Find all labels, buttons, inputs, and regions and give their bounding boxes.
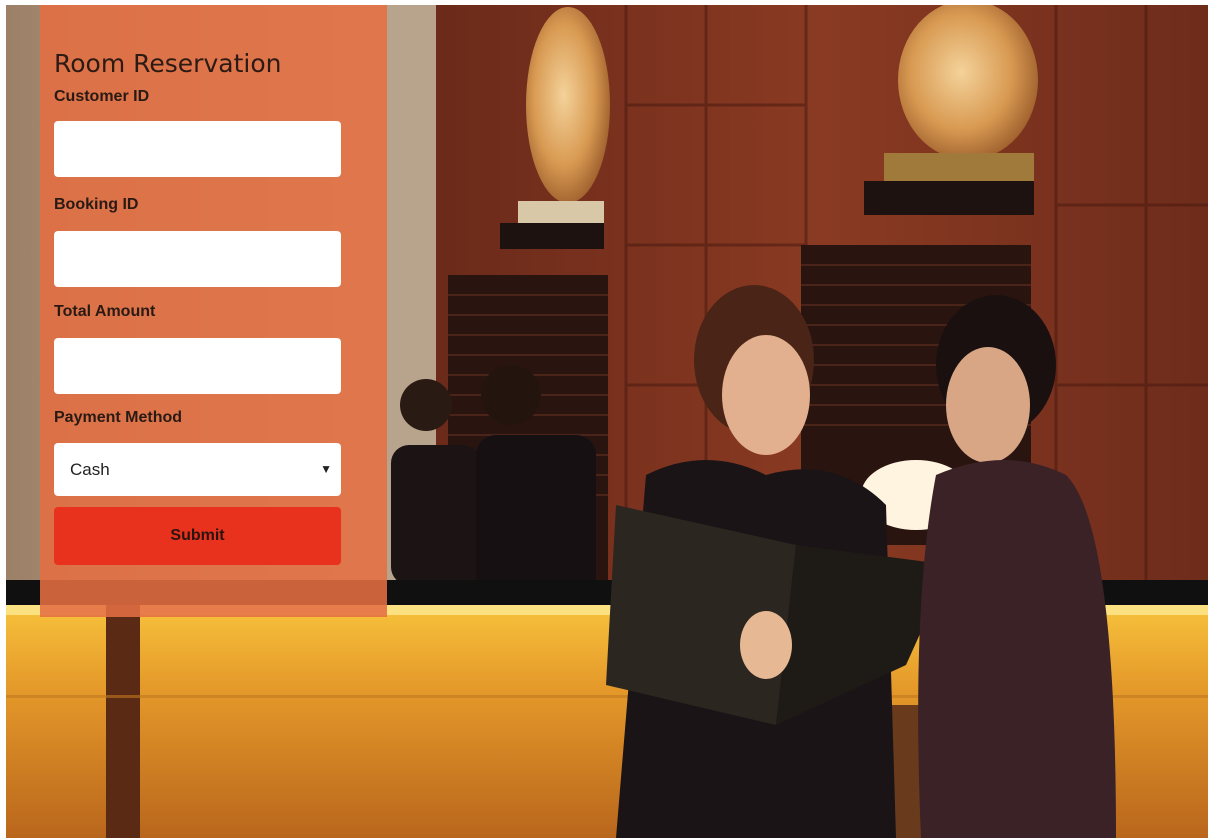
booking-id-input[interactable] xyxy=(54,231,341,287)
reservation-page: Room Reservation Customer ID Booking ID … xyxy=(0,0,1208,838)
payment-method-value: Cash xyxy=(70,460,110,479)
submit-button[interactable]: Submit xyxy=(54,507,341,565)
payment-method-select[interactable]: Cash ▼ xyxy=(54,443,341,496)
total-amount-label: Total Amount xyxy=(54,303,156,320)
reservation-form-panel: Room Reservation Customer ID Booking ID … xyxy=(40,5,387,617)
booking-id-label: Booking ID xyxy=(54,196,139,213)
payment-method-label: Payment Method xyxy=(54,409,183,426)
customer-id-label: Customer ID xyxy=(54,88,150,105)
chevron-down-icon: ▼ xyxy=(320,462,332,476)
customer-id-input[interactable] xyxy=(54,121,341,177)
form-title: Room Reservation xyxy=(54,49,282,78)
total-amount-input[interactable] xyxy=(54,338,341,394)
